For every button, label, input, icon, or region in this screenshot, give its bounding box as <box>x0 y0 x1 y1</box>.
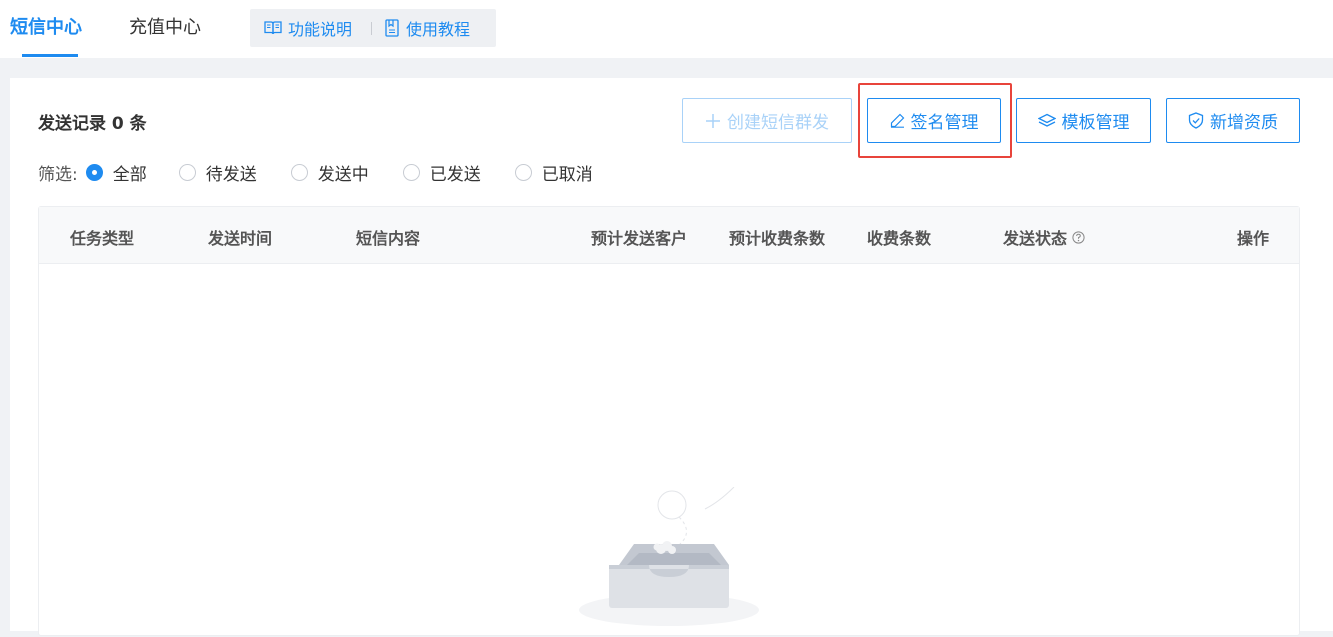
filter-option-label: 发送中 <box>317 164 369 185</box>
filter-option-label: 全部 <box>112 164 147 185</box>
template-management-button[interactable]: 模板管理 <box>1016 98 1151 143</box>
edit-icon <box>890 113 904 128</box>
sms-records-card: 发送记录 0 条 创建短信群发 签名管理 模板管理 新增资质 筛选: 全部 待发… <box>10 78 1333 636</box>
tutorial-link[interactable]: 使用教程 <box>384 18 471 39</box>
tutorial-label: 使用教程 <box>406 20 471 39</box>
radio-icon <box>514 163 532 181</box>
create-bulk-sms-label: 创建短信群发 <box>727 113 829 133</box>
active-tab-indicator <box>22 54 78 57</box>
column-header-expected-charge-count: 预计收费条数 <box>729 229 826 248</box>
radio-icon <box>290 163 308 181</box>
add-qualification-button[interactable]: 新增资质 <box>1166 98 1300 143</box>
document-icon <box>385 19 399 37</box>
help-divider <box>371 22 372 35</box>
table-header: 任务类型 发送时间 短信内容 预计发送客户 预计收费条数 收费条数 发送状态 操… <box>39 207 1299 264</box>
shield-check-icon <box>1188 112 1204 129</box>
column-header-task-type: 任务类型 <box>70 229 135 248</box>
help-links-group: 功能说明 使用教程 <box>250 9 496 47</box>
layers-icon <box>1037 113 1056 127</box>
template-management-label: 模板管理 <box>1061 113 1130 133</box>
signature-management-button[interactable]: 签名管理 <box>867 98 1001 143</box>
radio-icon <box>402 163 420 181</box>
column-header-actions: 操作 <box>1237 229 1270 248</box>
add-qualification-label: 新增资质 <box>1210 113 1278 133</box>
send-status-label: 发送状态 <box>1003 229 1068 248</box>
book-open-icon <box>264 21 282 35</box>
filter-option-label: 已发送 <box>429 164 481 185</box>
filter-option-pending[interactable]: 待发送 <box>178 160 257 185</box>
tab-sms-center[interactable]: 短信中心 <box>10 14 82 42</box>
filter-label: 筛选: <box>38 164 78 185</box>
radio-icon <box>178 163 196 181</box>
filter-option-all[interactable]: 全部 <box>85 160 147 185</box>
column-header-sms-content: 短信内容 <box>356 229 421 248</box>
filter-option-cancelled[interactable]: 已取消 <box>514 160 593 185</box>
column-header-send-time: 发送时间 <box>208 229 273 248</box>
filter-option-sent[interactable]: 已发送 <box>402 160 481 185</box>
filter-option-label: 待发送 <box>205 164 257 185</box>
feature-description-link[interactable]: 功能说明 <box>264 18 353 39</box>
radio-checked-icon <box>85 163 103 181</box>
create-bulk-sms-button[interactable]: 创建短信群发 <box>682 98 852 143</box>
column-header-send-status: 发送状态 <box>1003 225 1085 249</box>
empty-box-icon <box>579 487 759 626</box>
status-filter: 筛选: 全部 待发送 发送中 已发送 已取消 <box>38 160 593 185</box>
filter-option-sending[interactable]: 发送中 <box>290 160 369 185</box>
sms-records-table: 任务类型 发送时间 短信内容 预计发送客户 预计收费条数 收费条数 发送状态 操… <box>38 206 1300 636</box>
signature-management-label: 签名管理 <box>910 113 979 133</box>
column-header-charge-count: 收费条数 <box>867 229 932 248</box>
filter-option-label: 已取消 <box>541 164 593 185</box>
record-count-title: 发送记录 0 条 <box>38 114 147 134</box>
feature-description-label: 功能说明 <box>288 20 353 39</box>
top-navigation: 短信中心 充值中心 功能说明 使用教程 <box>0 0 1333 58</box>
column-header-expected-customers: 预计发送客户 <box>591 229 688 248</box>
plus-icon <box>706 113 720 128</box>
tab-recharge-center[interactable]: 充值中心 <box>129 14 201 42</box>
question-circle-icon[interactable] <box>1072 230 1085 244</box>
